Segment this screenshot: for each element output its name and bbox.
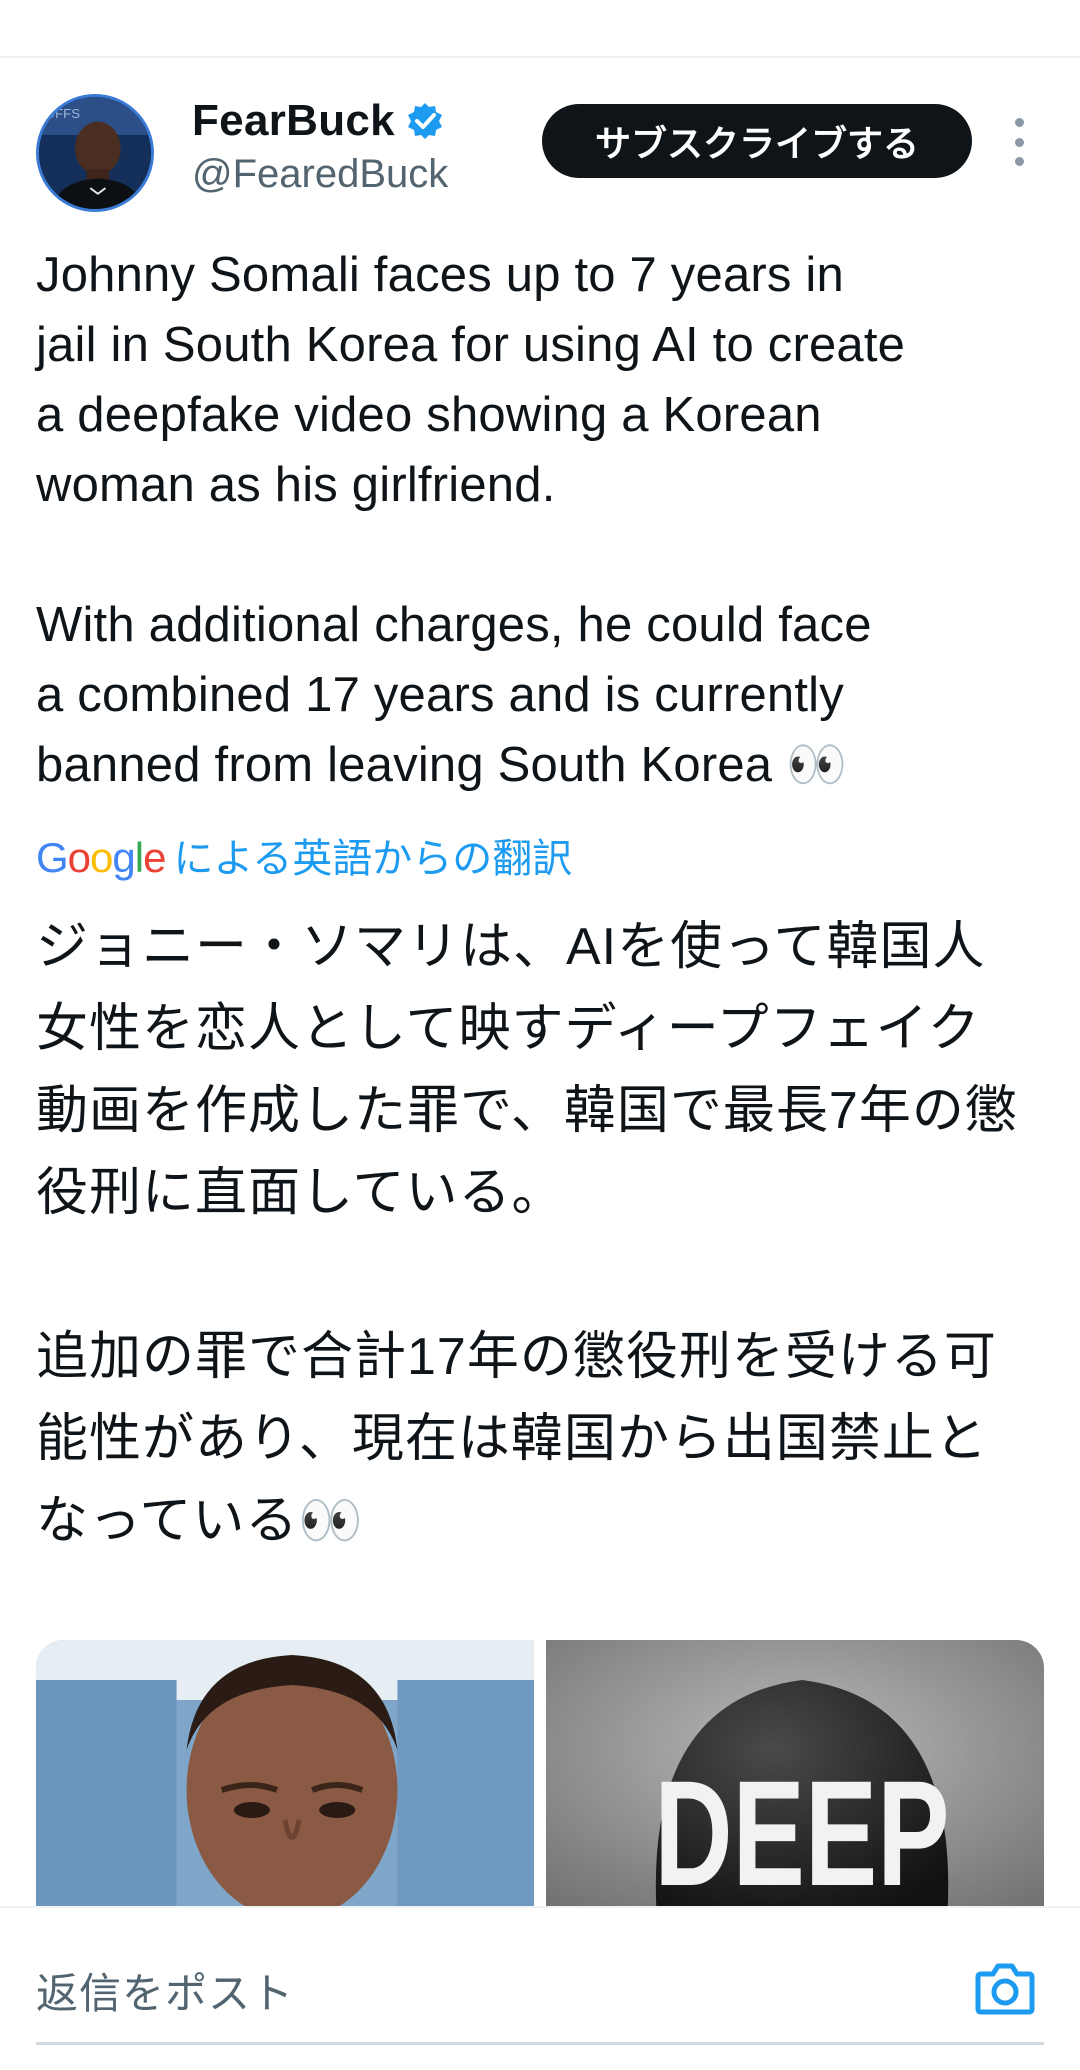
- subscribe-button[interactable]: サブスクライブする: [542, 104, 972, 178]
- more-dot: [1014, 137, 1024, 147]
- tweet-detail-page: OFFS FearBuck @FearedBuck サブスクライブする John…: [0, 0, 1080, 2070]
- svg-text:DEEP: DEEP: [654, 1750, 949, 1910]
- media-photo-man[interactable]: [36, 1640, 534, 1910]
- media-photo-deep-helmet[interactable]: DEEP: [546, 1640, 1044, 1910]
- more-options-icon[interactable]: [1004, 118, 1034, 166]
- top-divider: [0, 56, 1080, 58]
- display-name[interactable]: FearBuck: [192, 96, 445, 146]
- media-grid: DEEP: [36, 1640, 1044, 1910]
- verified-badge-icon: [405, 101, 445, 141]
- more-dot: [1014, 157, 1024, 166]
- translation-label: による英語からの翻訳: [173, 837, 573, 881]
- reply-bar: 返信をポスト: [0, 1906, 1080, 2070]
- svg-text:OFFS: OFFS: [45, 106, 81, 121]
- reply-input[interactable]: 返信をポスト: [36, 1960, 294, 2021]
- avatar-image: OFFS: [39, 97, 151, 209]
- translated-text: ジョニー・ソマリは、AIを使って韓国人 女性を恋人として映すディープフェイク 動…: [36, 918, 1018, 1550]
- camera-icon[interactable]: [975, 1960, 1035, 2016]
- user-handle[interactable]: @FearedBuck: [192, 152, 448, 197]
- google-logo: Google: [36, 834, 166, 881]
- reply-underline: [36, 2042, 1044, 2045]
- more-dot: [1014, 118, 1024, 127]
- display-name-text: FearBuck: [192, 96, 395, 145]
- avatar[interactable]: OFFS: [36, 94, 154, 212]
- tweet-text: Johnny Somali faces up to 7 years in jai…: [36, 248, 906, 792]
- translation-attribution[interactable]: Google による英語からの翻訳: [36, 826, 572, 884]
